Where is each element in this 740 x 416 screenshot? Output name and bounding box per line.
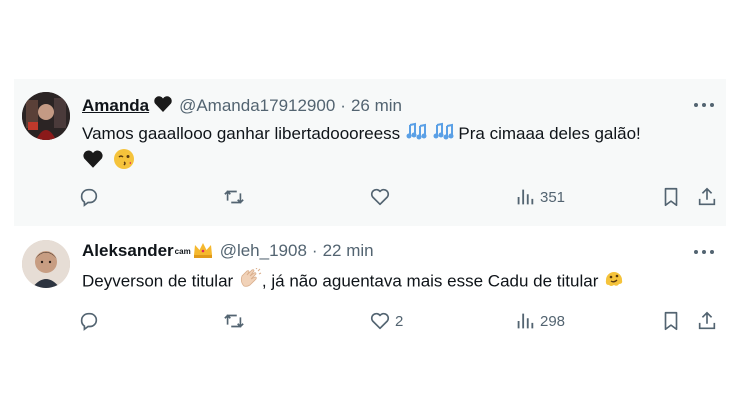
avatar[interactable] bbox=[22, 240, 70, 288]
bookmark-button[interactable] bbox=[660, 184, 682, 210]
display-name[interactable]: Amanda bbox=[82, 96, 149, 116]
view-count: 298 bbox=[540, 312, 566, 330]
share-button[interactable] bbox=[696, 184, 718, 210]
tweet-text-part: , já não aguentava mais esse Cadu de tit… bbox=[261, 271, 599, 291]
bookmark-icon bbox=[664, 187, 678, 207]
timestamp[interactable]: 22 min bbox=[323, 241, 374, 261]
bookmark-button[interactable] bbox=[660, 308, 682, 334]
more-options-icon[interactable] bbox=[694, 97, 714, 113]
tweet-text: Deyverson de titular , já não aguentava … bbox=[82, 267, 625, 297]
handle[interactable]: @leh_1908 bbox=[220, 241, 307, 261]
musical-notes-icon bbox=[405, 121, 427, 148]
reply-button[interactable] bbox=[78, 308, 104, 334]
view-count: 351 bbox=[540, 188, 566, 206]
like-count: 2 bbox=[395, 312, 404, 330]
timestamp[interactable]: 26 min bbox=[351, 96, 402, 116]
views-button[interactable]: 351 bbox=[514, 184, 565, 210]
tweet-actions: 2 298 bbox=[78, 308, 718, 334]
retweet-icon bbox=[224, 190, 244, 204]
separator-dot: · bbox=[311, 241, 318, 260]
retweet-button[interactable] bbox=[223, 184, 249, 210]
more-options-icon[interactable] bbox=[694, 244, 714, 260]
tweet-actions: 351 bbox=[78, 184, 718, 210]
share-icon bbox=[698, 187, 716, 206]
tweet-text: Vamos gaaallooo ganhar libertadoooreess … bbox=[82, 120, 641, 178]
tweet-text-part: Vamos gaaallooo ganhar libertadoooreess bbox=[82, 124, 401, 143]
winking-kiss-icon bbox=[113, 148, 135, 178]
bookmark-icon bbox=[664, 311, 678, 331]
melting-face-icon bbox=[603, 267, 625, 297]
views-bar-chart-icon bbox=[517, 313, 534, 329]
like-button[interactable] bbox=[369, 184, 395, 210]
reply-icon bbox=[80, 188, 98, 207]
retweet-button[interactable] bbox=[223, 308, 249, 334]
heart-icon bbox=[370, 188, 390, 206]
tweet-header: Aleksander cam @leh_1908 · 22 min bbox=[82, 240, 374, 262]
clapping-hands-icon bbox=[238, 267, 262, 296]
views-button[interactable]: 298 bbox=[514, 308, 565, 334]
views-bar-chart-icon bbox=[517, 189, 534, 205]
avatar[interactable] bbox=[22, 92, 70, 140]
tweet[interactable]: Amanda @Amanda17912900 · 26 min Vamos ga… bbox=[14, 79, 726, 226]
separator-dot: · bbox=[340, 96, 346, 115]
handle[interactable]: @Amanda17912900 bbox=[179, 96, 335, 116]
black-heart-icon bbox=[82, 149, 104, 177]
black-heart-icon bbox=[153, 95, 173, 118]
tweet-text-part: Deyverson de titular bbox=[82, 271, 234, 291]
share-button[interactable] bbox=[696, 308, 718, 334]
tweet-text-part: Pra cimaaa deles galão! bbox=[458, 124, 641, 143]
tweet[interactable]: Aleksander cam @leh_1908 · 22 min Deyver… bbox=[14, 226, 726, 346]
retweet-icon bbox=[224, 314, 244, 328]
reply-icon bbox=[80, 312, 98, 331]
tweet-header: Amanda @Amanda17912900 · 26 min bbox=[82, 95, 402, 117]
heart-icon bbox=[370, 312, 390, 330]
musical-notes-icon bbox=[432, 121, 454, 148]
share-icon bbox=[698, 311, 716, 330]
like-button[interactable]: 2 bbox=[369, 308, 403, 334]
reply-button[interactable] bbox=[78, 184, 104, 210]
name-suffix: cam bbox=[174, 246, 191, 256]
display-name[interactable]: Aleksander bbox=[82, 241, 174, 261]
crown-icon bbox=[192, 240, 214, 263]
